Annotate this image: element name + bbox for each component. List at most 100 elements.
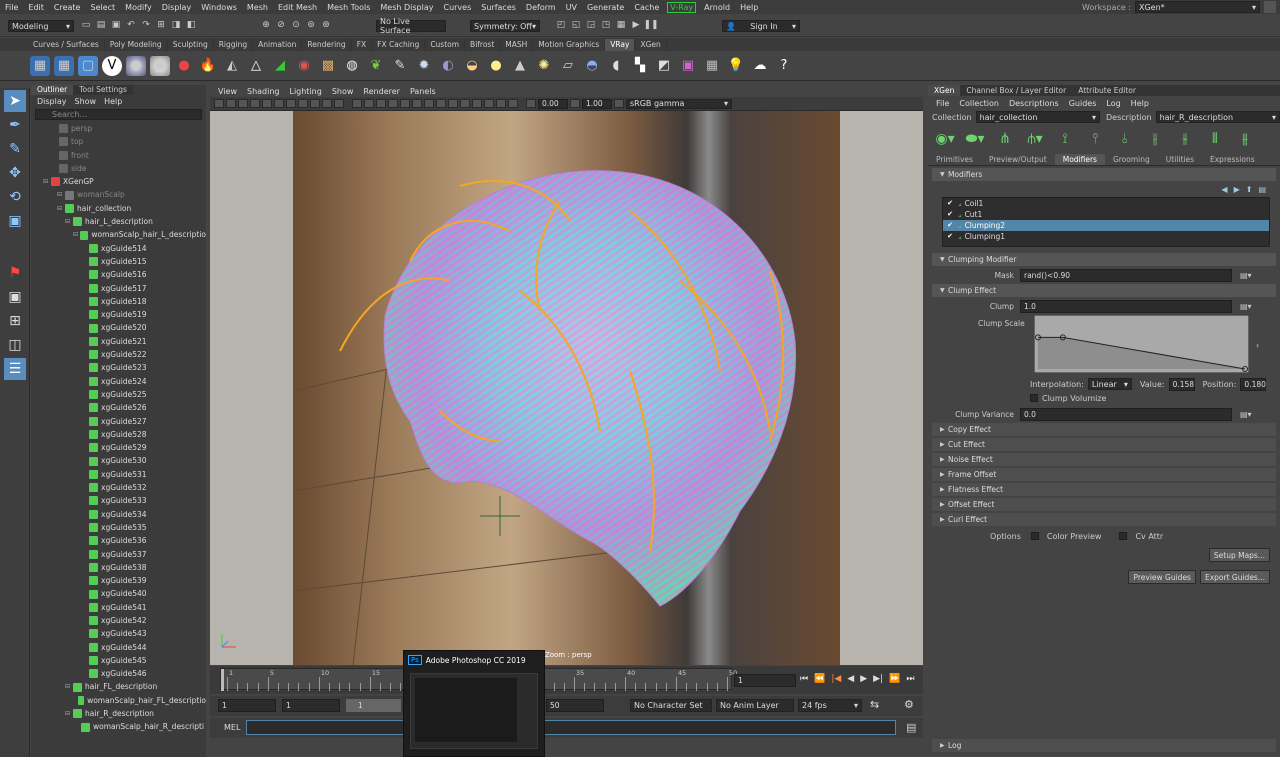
outliner-camera-front[interactable]: front: [33, 149, 206, 162]
vray-blend-material-icon[interactable]: ●: [174, 56, 194, 76]
normalize-guides-icon[interactable]: ⫲: [1144, 131, 1166, 147]
menu-windows[interactable]: Windows: [196, 3, 242, 12]
vray-plane-icon[interactable]: ▱: [558, 56, 578, 76]
xgen-tab-utilities[interactable]: Utilities: [1158, 154, 1202, 165]
taskbar-preview[interactable]: Ps Adobe Photoshop CC 2019: [403, 650, 545, 757]
outliner-guide[interactable]: xgGuide533: [33, 494, 206, 507]
shadows-icon[interactable]: [412, 99, 422, 108]
clump-volumize-checkbox[interactable]: [1030, 394, 1038, 402]
outliner-guide[interactable]: xgGuide528: [33, 428, 206, 441]
outliner-guide[interactable]: xgGuide539: [33, 574, 206, 587]
outliner-woman-scalp-hair-fl[interactable]: womanScalp_hair_FL_descriptio: [33, 694, 206, 707]
menu-display[interactable]: Display: [37, 97, 67, 106]
xgen-menu-descriptions[interactable]: Descriptions: [1009, 99, 1059, 108]
vray-grid-icon[interactable]: ▦: [702, 56, 722, 76]
outliner-guide[interactable]: xgGuide544: [33, 641, 206, 654]
outliner-guide[interactable]: xgGuide521: [33, 335, 206, 348]
move-down-icon[interactable]: ▶: [1234, 185, 1240, 194]
rebuild-guides-icon[interactable]: ⫰: [1114, 131, 1136, 147]
outliner-guide[interactable]: xgGuide532: [33, 481, 206, 494]
outliner-guide[interactable]: xgGuide516: [33, 268, 206, 281]
mask-field[interactable]: rand()<0.90: [1020, 268, 1232, 282]
ramp-value-field[interactable]: 0.158: [1168, 377, 1195, 391]
gamma-field[interactable]: 1.00: [582, 98, 612, 109]
menu-arnold[interactable]: Arnold: [699, 3, 735, 12]
outliner-guide[interactable]: xgGuide545: [33, 654, 206, 667]
viewport-menu-renderer[interactable]: Renderer: [363, 87, 400, 96]
xgen-menu-log[interactable]: Log: [1106, 99, 1120, 108]
outliner-woman-scalp-hair-l[interactable]: ⊟ womanScalp_hair_L_descriptio: [33, 228, 206, 241]
outliner-guide[interactable]: xgGuide525: [33, 388, 206, 401]
tab-channel-box[interactable]: Channel Box / Layer Editor: [960, 85, 1072, 96]
aa-icon[interactable]: [448, 99, 458, 108]
outliner-search[interactable]: Search...: [35, 109, 202, 120]
section-cut-effect[interactable]: ▶ Cut Effect: [932, 438, 1276, 451]
isolate-icon[interactable]: [472, 99, 482, 108]
lock-icon[interactable]: [1264, 1, 1276, 13]
vray-clipper-icon[interactable]: ◩: [654, 56, 674, 76]
vray-sun-icon[interactable]: ✹: [414, 56, 434, 76]
outliner-guide[interactable]: xgGuide515: [33, 255, 206, 268]
preview-guides-button[interactable]: Preview Guides: [1128, 570, 1196, 584]
hypershade-icon[interactable]: ◳: [600, 19, 612, 31]
outliner-guide[interactable]: xgGuide524: [33, 375, 206, 388]
select-hierarchy-icon[interactable]: ⊞: [155, 19, 167, 31]
xgen-tab-grooming[interactable]: Grooming: [1105, 154, 1158, 165]
viewport-menu-panels[interactable]: Panels: [410, 87, 436, 96]
camera-attr-icon[interactable]: [226, 99, 236, 108]
menu-generate[interactable]: Generate: [582, 3, 629, 12]
vray-sphere-icon[interactable]: ◓: [582, 56, 602, 76]
xgen-tool-icon[interactable]: ⚑: [4, 262, 26, 284]
shelf-tab-fx-caching[interactable]: FX Caching: [372, 39, 426, 51]
tab-outliner[interactable]: Outliner: [31, 85, 74, 95]
sign-in-button[interactable]: 👤 Sign In ▾: [722, 20, 800, 32]
vray-fur-icon[interactable]: ◢: [270, 56, 290, 76]
tab-attribute-editor[interactable]: Attribute Editor: [1072, 85, 1142, 96]
camera-icon[interactable]: [214, 99, 224, 108]
tab-tool-settings[interactable]: Tool Settings: [73, 85, 133, 95]
vray-material-2-icon[interactable]: ●: [150, 55, 170, 76]
undo-icon[interactable]: ↶: [125, 19, 137, 31]
playback-start-field[interactable]: 1: [282, 699, 340, 712]
outliner-guide[interactable]: xgGuide518: [33, 295, 206, 308]
character-set-selector[interactable]: No Character Set: [630, 699, 712, 712]
xgen-menu-file[interactable]: File: [936, 99, 949, 108]
outliner-guide[interactable]: xgGuide546: [33, 667, 206, 680]
expand-icon[interactable]: ⊟: [57, 202, 65, 215]
outliner-guide[interactable]: xgGuide520: [33, 321, 206, 334]
shelf-tab-sculpting[interactable]: Sculpting: [168, 39, 214, 51]
modifier-item[interactable]: ✔ ⟓ Clumping2: [943, 220, 1269, 231]
animation-prefs-icon[interactable]: ⚙: [904, 698, 914, 711]
outliner-xgengp[interactable]: ⊟ XGenGP: [33, 175, 206, 188]
expand-icon[interactable]: ⊟: [73, 228, 80, 241]
clumping-modifier-header[interactable]: ▼ Clumping Modifier: [932, 253, 1276, 266]
vray-ipr-icon[interactable]: ▦: [54, 55, 74, 76]
outliner-guide[interactable]: xgGuide530: [33, 454, 206, 467]
vray-render-icon[interactable]: ▦: [30, 55, 50, 76]
modifier-checkbox[interactable]: ✔: [946, 232, 954, 241]
ramp-expand-icon[interactable]: ›: [1256, 341, 1259, 350]
vray-disk-icon[interactable]: ◖: [606, 56, 626, 76]
menu-vray[interactable]: V-Ray: [667, 1, 697, 13]
outliner-guide[interactable]: xgGuide543: [33, 627, 206, 640]
outliner-hair-l-description[interactable]: ⊟ hair_L_description: [33, 215, 206, 228]
outliner-guide[interactable]: xgGuide529: [33, 441, 206, 454]
vray-cone-icon[interactable]: ▲: [510, 56, 530, 76]
current-frame-field[interactable]: 1: [734, 674, 796, 687]
xgen-tab-expressions[interactable]: Expressions: [1202, 154, 1263, 165]
modifier-checkbox[interactable]: ✔: [946, 210, 954, 219]
current-time-marker[interactable]: [221, 669, 224, 691]
xgen-menu-guides[interactable]: Guides: [1069, 99, 1097, 108]
render-view-icon[interactable]: ▦: [615, 19, 627, 31]
vray-plant-icon[interactable]: ❦: [366, 56, 386, 76]
menu-mesh-display[interactable]: Mesh Display: [375, 3, 438, 12]
menu-uv[interactable]: UV: [561, 3, 582, 12]
menu-file[interactable]: File: [0, 3, 23, 12]
range-start-field[interactable]: 1: [218, 699, 276, 712]
menu-cache[interactable]: Cache: [629, 3, 664, 12]
pause-icon[interactable]: ❚❚: [643, 19, 658, 31]
vray-spotlight-icon[interactable]: ✎: [390, 56, 410, 76]
snap-view-icon[interactable]: ⊚: [305, 19, 317, 31]
render-settings-icon[interactable]: ◲: [585, 19, 597, 31]
vray-texture-icon[interactable]: ▩: [318, 56, 338, 76]
